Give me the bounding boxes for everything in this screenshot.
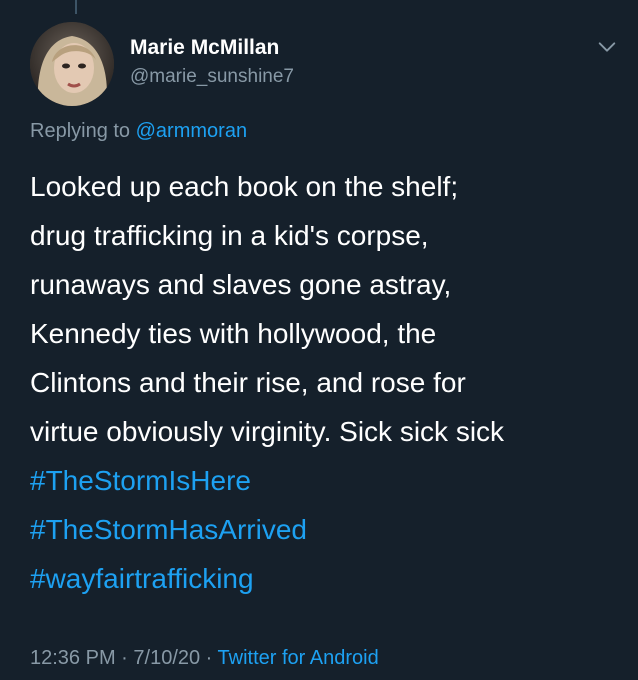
tweet-text: Looked up each book on the shelf; drug t…: [30, 162, 630, 603]
tweet-text-line: runaways and slaves gone astray,: [30, 269, 452, 300]
user-display-name[interactable]: Marie McMillan: [130, 36, 279, 60]
tweet-text-line: Clintons and their rise, and rose for: [30, 367, 466, 398]
avatar-photo-icon: [30, 22, 114, 106]
replying-to: Replying to @armmoran: [30, 120, 247, 143]
user-handle[interactable]: @marie_sunshine7: [130, 66, 294, 88]
thread-connector-line: [75, 0, 77, 14]
tweet-text-line: drug trafficking in a kid's corpse,: [30, 220, 429, 251]
tweet-text-line: Looked up each book on the shelf;: [30, 171, 459, 202]
replying-to-label: Replying to: [30, 120, 136, 142]
hashtag-link[interactable]: #TheStormHasArrived: [30, 505, 630, 554]
tweet-metadata: 12:36 PM · 7/10/20 · Twitter for Android: [30, 647, 379, 670]
tweet-text-line: Kennedy ties with hollywood, the: [30, 318, 437, 349]
meta-separator: ·: [200, 647, 218, 669]
tweet-date[interactable]: 7/10/20: [133, 647, 200, 669]
tweet-source-link[interactable]: Twitter for Android: [218, 647, 379, 669]
hashtag-link[interactable]: #TheStormIsHere: [30, 456, 630, 505]
tweet-text-line: virtue obviously virginity. Sick sick si…: [30, 416, 505, 447]
hashtag-link[interactable]: #wayfairtrafficking: [30, 554, 630, 603]
meta-separator: ·: [115, 647, 134, 669]
tweet-header: Marie McMillan @marie_sunshine7: [30, 22, 618, 106]
reply-mention-link[interactable]: @armmoran: [136, 120, 247, 142]
avatar[interactable]: [30, 22, 114, 106]
tweet-time[interactable]: 12:36 PM: [30, 647, 116, 669]
chevron-down-icon[interactable]: [596, 36, 618, 58]
